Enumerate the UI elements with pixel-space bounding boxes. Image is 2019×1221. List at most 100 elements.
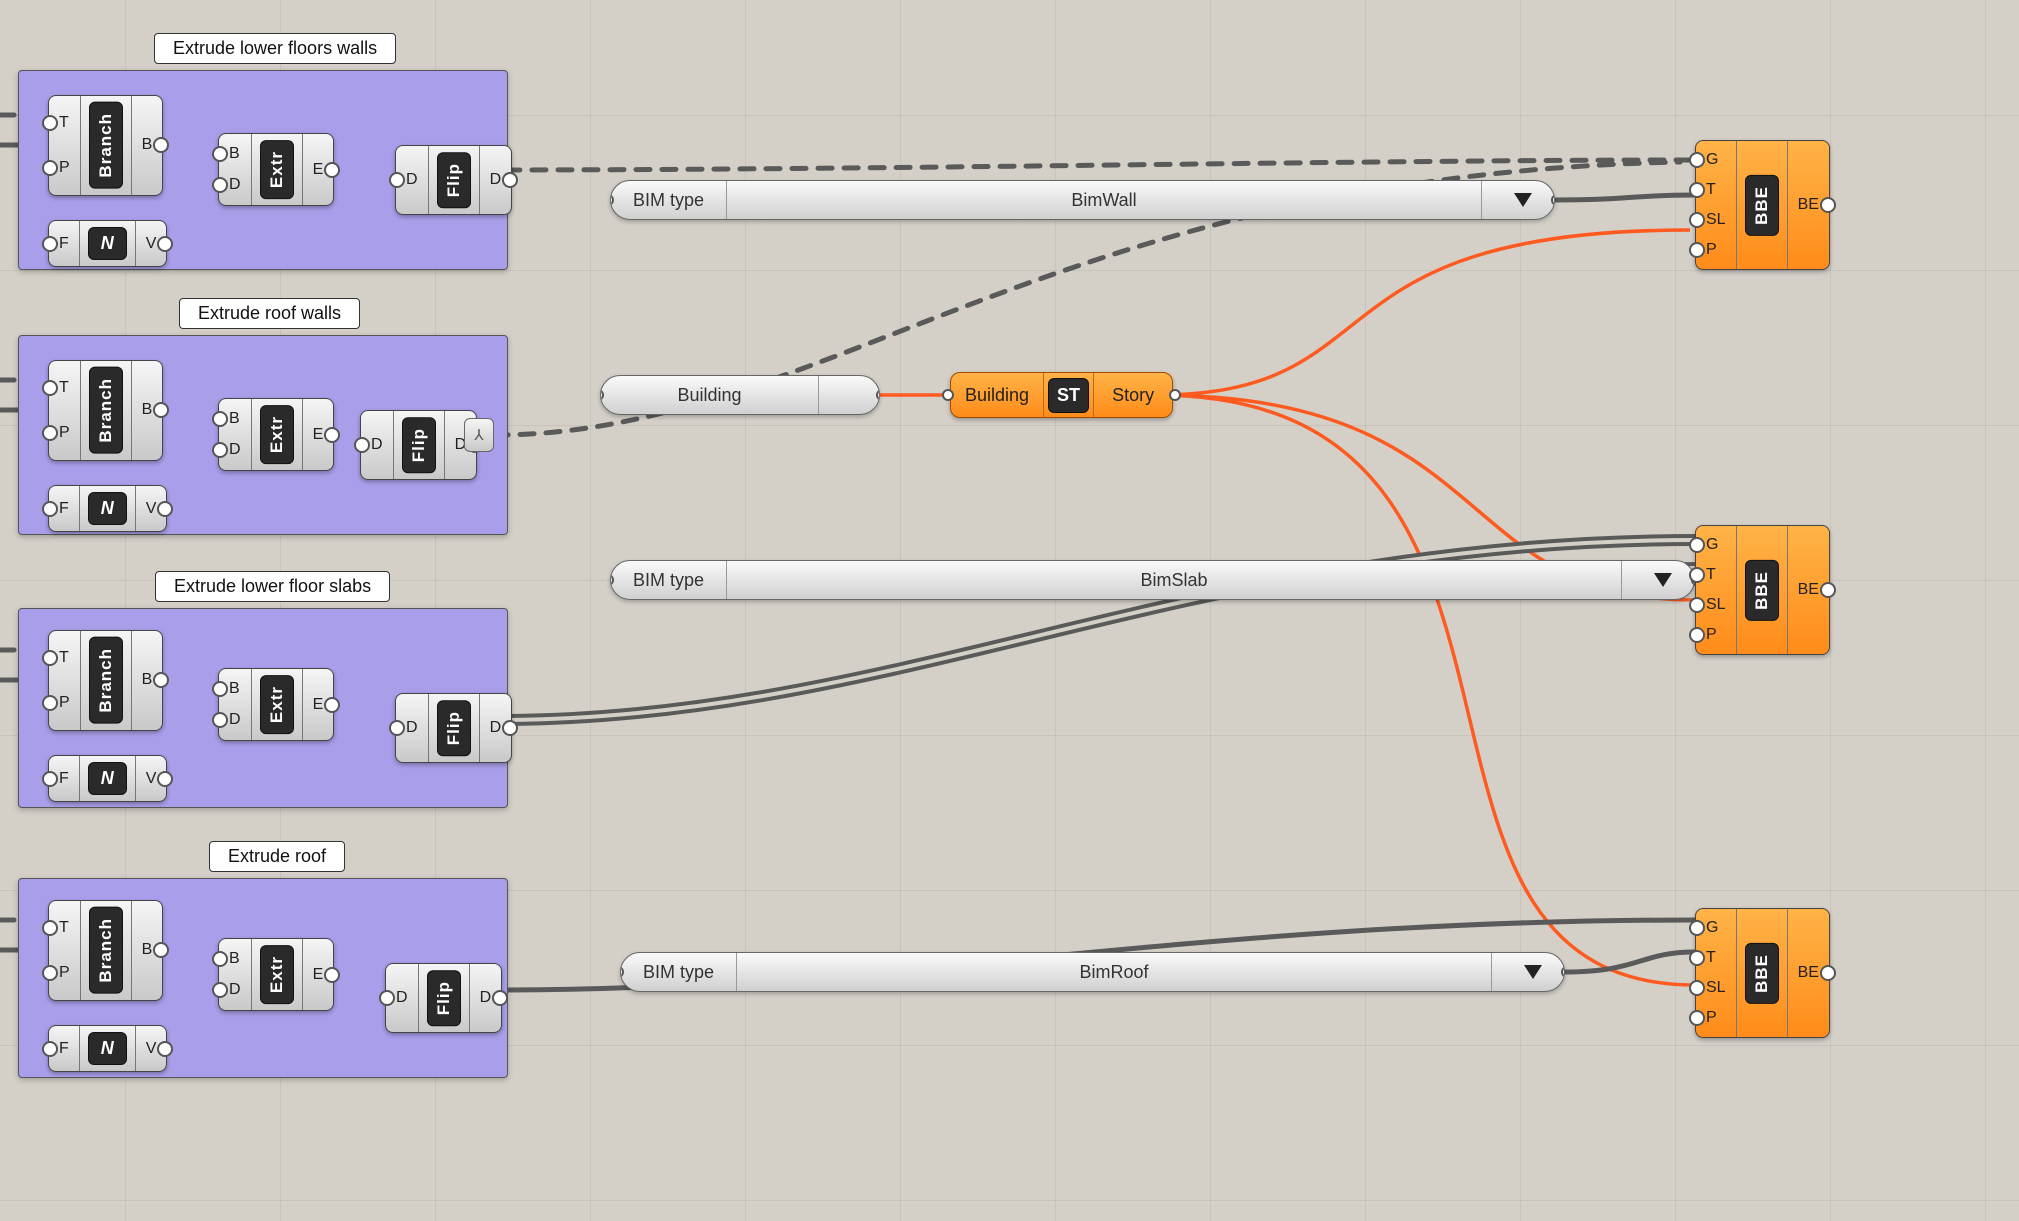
port[interactable]: G [1704, 530, 1728, 560]
port[interactable]: B [140, 130, 155, 160]
port[interactable]: D [394, 983, 410, 1013]
extrude-component[interactable]: B D Extr E [218, 938, 334, 1011]
port[interactable]: Story [1093, 373, 1172, 417]
port[interactable]: Building [951, 373, 1044, 417]
chevron-down-icon[interactable] [1654, 573, 1672, 587]
port[interactable]: F [57, 1034, 71, 1064]
negative-component[interactable]: F N V [48, 220, 167, 267]
port[interactable]: D [227, 170, 243, 200]
port[interactable]: B [140, 665, 155, 695]
flip-component[interactable]: D Flip D [395, 693, 512, 763]
port[interactable]: P [57, 153, 72, 183]
port[interactable]: B [140, 395, 155, 425]
bim-type-roof-dropdown[interactable]: BIM type BimRoof [620, 952, 1565, 992]
panel-value: Building [601, 376, 819, 414]
component-badge: Extr [260, 405, 294, 464]
port[interactable]: D [404, 713, 420, 743]
port[interactable]: D [404, 165, 420, 195]
bbe-component[interactable]: G T SL P BBE BE [1695, 908, 1830, 1038]
port[interactable]: G [1704, 145, 1728, 175]
component-badge: BBE [1745, 943, 1779, 1004]
extrude-component[interactable]: B D Extr E [218, 398, 334, 471]
port[interactable]: V [144, 229, 159, 259]
port[interactable]: T [1704, 175, 1728, 205]
port[interactable]: G [1704, 913, 1728, 943]
extrude-component[interactable]: B D Extr E [218, 133, 334, 206]
component-badge: Extr [260, 675, 294, 734]
negative-component[interactable]: F N V [48, 1025, 167, 1072]
port[interactable]: BE [1796, 190, 1821, 220]
port[interactable]: D [369, 430, 385, 460]
port[interactable]: P [57, 418, 72, 448]
port[interactable]: F [57, 764, 71, 794]
story-component[interactable]: Building ST Story [950, 372, 1173, 418]
port[interactable]: T [57, 913, 72, 943]
port[interactable]: P [57, 688, 72, 718]
port[interactable]: B [227, 944, 243, 974]
port[interactable]: BE [1796, 575, 1821, 605]
canvas[interactable]: Extrude lower floors walls Extrude roof … [0, 0, 2019, 1221]
port[interactable]: F [57, 494, 71, 524]
port[interactable]: V [144, 1034, 159, 1064]
n-badge: N [88, 492, 127, 525]
n-badge: N [88, 227, 127, 260]
relay[interactable]: ⅄ [464, 418, 494, 452]
port[interactable]: D [488, 165, 504, 195]
port[interactable]: V [144, 764, 159, 794]
port[interactable]: D [227, 705, 243, 735]
port[interactable]: SL [1704, 973, 1728, 1003]
port[interactable]: P [1704, 235, 1728, 265]
bim-type-slab-dropdown[interactable]: BIM type BimSlab [610, 560, 1695, 600]
port[interactable]: P [1704, 620, 1728, 650]
port[interactable]: E [311, 420, 326, 450]
port[interactable]: E [311, 155, 326, 185]
port[interactable]: F [57, 229, 71, 259]
bbe-component[interactable]: G T SL P BBE BE [1695, 525, 1830, 655]
bim-type-wall-dropdown[interactable]: BIM type BimWall [610, 180, 1555, 220]
port[interactable]: P [1704, 1003, 1728, 1033]
chevron-down-icon[interactable] [1514, 193, 1532, 207]
extrude-component[interactable]: B D Extr E [218, 668, 334, 741]
branch-component[interactable]: T P Branch B [48, 95, 163, 196]
component-badge: Branch [89, 102, 123, 189]
component-badge: BBE [1745, 175, 1779, 236]
port[interactable]: V [144, 494, 159, 524]
port[interactable]: D [227, 975, 243, 1005]
port[interactable]: B [227, 404, 243, 434]
port[interactable]: B [140, 935, 155, 965]
port[interactable]: T [57, 643, 72, 673]
port[interactable]: T [57, 108, 72, 138]
flip-component[interactable]: D Flip D [385, 963, 502, 1033]
port[interactable]: P [57, 958, 72, 988]
component-badge: Extr [260, 945, 294, 1004]
component-badge: Branch [89, 907, 123, 994]
chevron-down-icon[interactable] [1524, 965, 1542, 979]
branch-component[interactable]: T P Branch B [48, 360, 163, 461]
panel-label: BIM type [611, 561, 727, 599]
port[interactable]: SL [1704, 205, 1728, 235]
port[interactable]: T [57, 373, 72, 403]
port[interactable]: B [227, 139, 243, 169]
bbe-component[interactable]: G T SL P BBE BE [1695, 140, 1830, 270]
port[interactable]: E [311, 690, 326, 720]
port[interactable]: D [478, 983, 494, 1013]
port[interactable]: E [311, 960, 326, 990]
port[interactable]: T [1704, 560, 1728, 590]
negative-component[interactable]: F N V [48, 755, 167, 802]
branch-component[interactable]: T P Branch B [48, 900, 163, 1001]
panel-value: BimSlab [727, 561, 1622, 599]
building-panel[interactable]: Building [600, 375, 880, 415]
flip-component[interactable]: D Flip D [360, 410, 477, 480]
component-badge: Branch [89, 367, 123, 454]
port[interactable]: SL [1704, 590, 1728, 620]
component-badge: Flip [437, 700, 471, 756]
flip-component[interactable]: D Flip D [395, 145, 512, 215]
port[interactable]: BE [1796, 958, 1821, 988]
n-badge: N [88, 762, 127, 795]
negative-component[interactable]: F N V [48, 485, 167, 532]
port[interactable]: D [488, 713, 504, 743]
port[interactable]: T [1704, 943, 1728, 973]
branch-component[interactable]: T P Branch B [48, 630, 163, 731]
port[interactable]: D [227, 435, 243, 465]
port[interactable]: B [227, 674, 243, 704]
